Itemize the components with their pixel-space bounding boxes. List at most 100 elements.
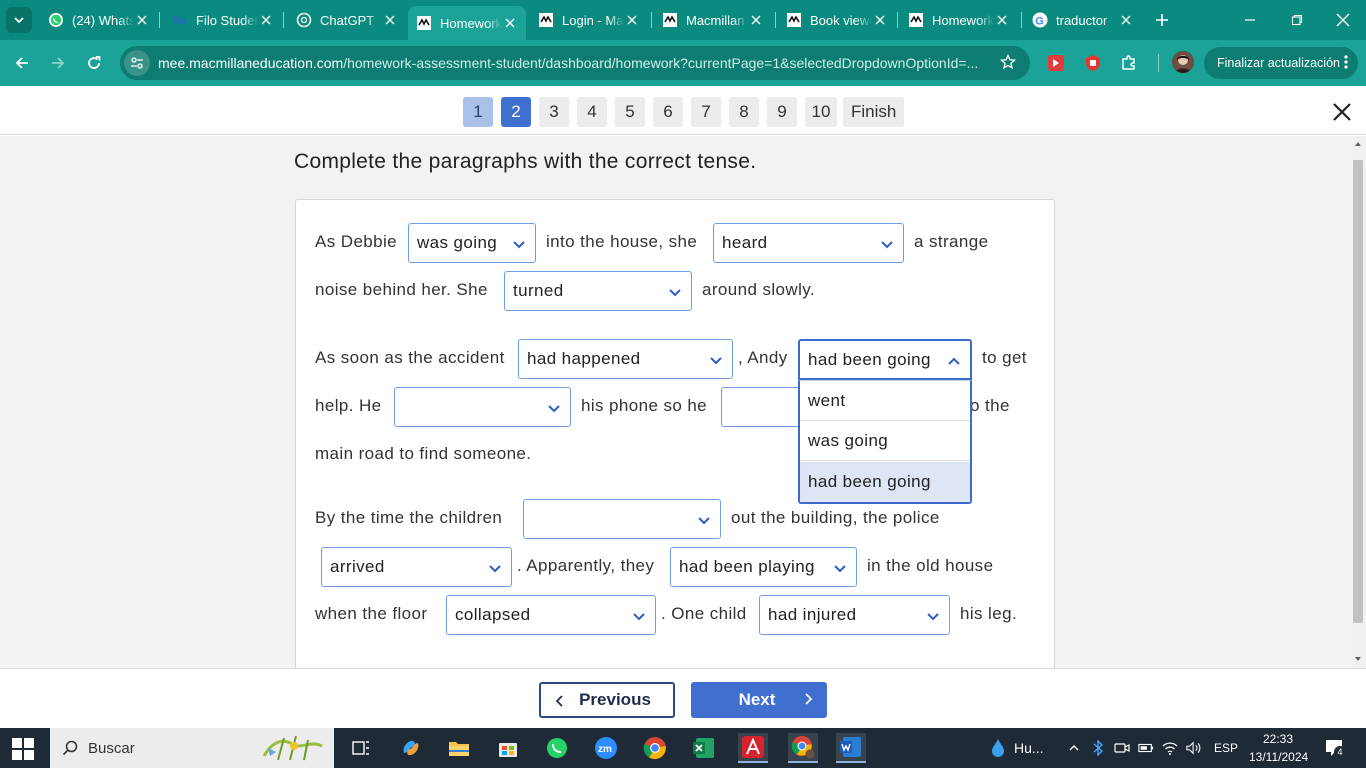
page-button-6[interactable]: 6	[653, 97, 683, 127]
page-button-1[interactable]: 1	[463, 97, 493, 127]
page-button-7[interactable]: 7	[691, 97, 721, 127]
page-button-9[interactable]: 9	[767, 97, 797, 127]
page-button-4[interactable]: 4	[577, 97, 607, 127]
sentence-text: main road to find someone.	[315, 444, 532, 463]
page-button-3[interactable]: 3	[539, 97, 569, 127]
show-hidden-icons-chevron-icon[interactable]	[1066, 740, 1082, 756]
acrobat-icon[interactable]	[738, 733, 768, 763]
reload-button[interactable]	[82, 51, 106, 75]
answer-dropdown[interactable]: arrived	[321, 547, 512, 587]
dropdown-option-was-going[interactable]: was going	[800, 421, 970, 461]
page-button-10[interactable]: 10	[805, 97, 837, 127]
chrome-icon[interactable]	[640, 733, 670, 763]
close-tab-icon[interactable]	[1118, 12, 1134, 28]
tab-macmillan[interactable]: Macmillan	[654, 6, 772, 34]
meet-now-icon[interactable]	[1114, 740, 1130, 756]
battery-icon[interactable]	[1138, 740, 1154, 756]
close-tab-icon[interactable]	[382, 12, 398, 28]
search-label: Buscar	[88, 739, 135, 757]
dropdown-option-had-been-going[interactable]: had been going	[800, 462, 970, 502]
scrollbar-thumb[interactable]	[1353, 160, 1363, 623]
clock-time[interactable]: 22:33	[1263, 732, 1293, 746]
dropdown-option-went[interactable]: went	[800, 381, 970, 421]
previous-button[interactable]: Previous	[539, 682, 675, 718]
windows-start-icon[interactable]	[12, 738, 34, 760]
wifi-icon[interactable]	[1162, 740, 1178, 756]
site-settings-icon[interactable]	[124, 50, 150, 76]
scroll-up-icon[interactable]	[1354, 140, 1362, 148]
bookmark-star-icon[interactable]	[999, 53, 1017, 75]
scroll-down-icon[interactable]	[1354, 655, 1362, 663]
tab-login-macmillan[interactable]: Login - Macmillan	[530, 6, 648, 34]
close-tab-icon[interactable]	[624, 12, 640, 28]
extension-recorder-icon[interactable]	[1045, 52, 1067, 74]
next-button[interactable]: Next	[691, 682, 827, 718]
new-tab-button[interactable]	[1150, 8, 1174, 32]
page-button-5[interactable]: 5	[615, 97, 645, 127]
tab-chatgpt[interactable]: ChatGPT	[288, 6, 406, 34]
tab-traductor[interactable]: G traductor	[1024, 6, 1142, 34]
profile-avatar[interactable]	[1172, 51, 1194, 73]
bluetooth-icon[interactable]	[1090, 740, 1106, 756]
volume-icon[interactable]	[1186, 740, 1202, 756]
tab-filo[interactable]: filo Filo Student	[164, 6, 282, 34]
taskbar-search-box[interactable]: Buscar	[50, 728, 334, 768]
answer-dropdown[interactable]: had happened	[518, 339, 733, 379]
whatsapp-taskbar-icon[interactable]	[542, 733, 572, 763]
finish-button[interactable]: Finish	[843, 97, 905, 127]
extensions-puzzle-icon[interactable]	[1118, 52, 1140, 74]
answer-dropdown[interactable]: collapsed	[446, 595, 656, 635]
notification-center-icon[interactable]: 4	[1324, 738, 1346, 758]
input-language[interactable]: ESP	[1214, 741, 1238, 755]
minimize-button[interactable]	[1236, 8, 1264, 32]
address-bar[interactable]: mee.macmillaneducation.com/homework-asse…	[120, 46, 1030, 80]
update-label: Finalizar actualización	[1217, 56, 1340, 70]
finish-update-button[interactable]: Finalizar actualización	[1204, 47, 1358, 79]
answer-dropdown[interactable]: had injured	[759, 595, 950, 635]
tab-separator	[1021, 12, 1022, 28]
forward-button[interactable]	[46, 51, 70, 75]
word-icon[interactable]	[836, 733, 866, 763]
page-button-8[interactable]: 8	[729, 97, 759, 127]
close-tab-icon[interactable]	[502, 15, 518, 31]
close-tab-icon[interactable]	[994, 12, 1010, 28]
excel-icon[interactable]	[689, 733, 719, 763]
notification-count: 4	[1334, 746, 1346, 758]
file-explorer-icon[interactable]	[444, 733, 474, 763]
chrome-profile-icon[interactable]	[788, 733, 818, 763]
clock-date[interactable]: 13/11/2024	[1249, 750, 1308, 764]
tab-book-viewer[interactable]: Book viewer	[778, 6, 896, 34]
copilot-icon[interactable]	[396, 733, 426, 763]
answer-dropdown[interactable]: had been playing	[670, 547, 857, 587]
close-tab-icon[interactable]	[872, 12, 888, 28]
page-button-2[interactable]: 2	[501, 97, 531, 127]
close-tab-icon[interactable]	[134, 12, 150, 28]
weather-icon[interactable]	[988, 736, 1008, 760]
answer-dropdown[interactable]	[394, 387, 571, 427]
close-tab-icon[interactable]	[748, 12, 764, 28]
sentence-text: when the floor	[315, 604, 428, 623]
answer-dropdown-open[interactable]: had been going	[798, 339, 972, 380]
weather-label[interactable]: Hu...	[1014, 740, 1044, 756]
dropdown-value: was going	[417, 233, 498, 252]
answer-dropdown[interactable]: heard	[713, 223, 904, 263]
answer-dropdown[interactable]: was going	[408, 223, 536, 263]
tab-homework-active[interactable]: Homework	[408, 6, 526, 40]
tab-whatsapp[interactable]: (24) WhatsApp	[40, 6, 158, 34]
answer-dropdown[interactable]	[523, 499, 721, 539]
close-assessment-button[interactable]	[1330, 100, 1354, 124]
restore-button[interactable]	[1283, 8, 1311, 32]
tab-homework-2[interactable]: Homework	[900, 6, 1018, 34]
close-window-button[interactable]	[1329, 8, 1357, 32]
more-options-icon[interactable]	[1344, 54, 1348, 73]
close-tab-icon[interactable]	[258, 12, 274, 28]
reload-icon	[88, 56, 101, 69]
tab-search-button[interactable]	[6, 7, 32, 33]
back-button[interactable]	[10, 51, 34, 75]
microsoft-store-icon[interactable]	[493, 733, 523, 763]
extension-adblock-icon[interactable]	[1082, 52, 1104, 74]
answer-dropdown[interactable]: turned	[504, 271, 692, 311]
zoom-icon[interactable]: zm	[591, 733, 621, 763]
page-scrollbar[interactable]	[1350, 136, 1366, 668]
task-view-icon[interactable]	[346, 733, 376, 763]
